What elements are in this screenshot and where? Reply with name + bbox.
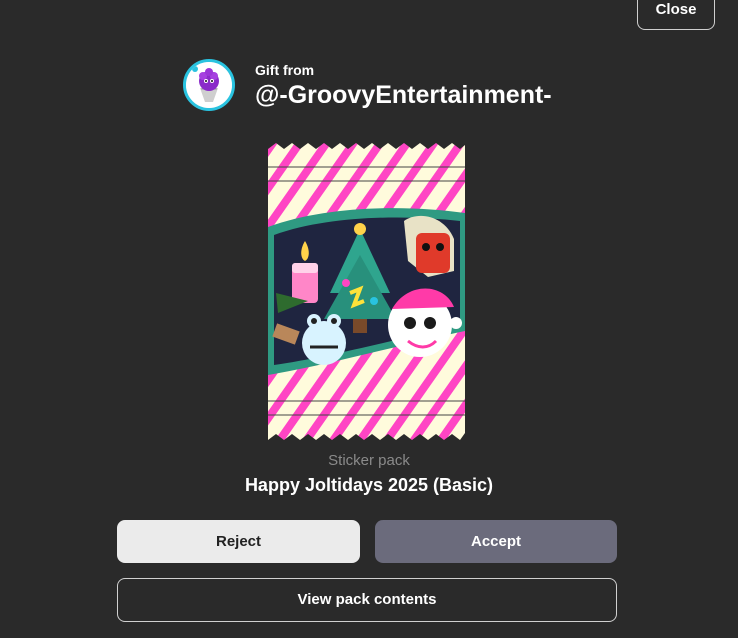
close-button[interactable]: Close bbox=[637, 0, 715, 30]
gift-dialog: Close Gift from @-GroovyEntertainment- S… bbox=[0, 0, 738, 638]
sticker-pack-image bbox=[268, 143, 465, 440]
reject-button[interactable]: Reject bbox=[117, 520, 360, 563]
gift-from-label: Gift from bbox=[255, 61, 315, 78]
pack-name: Happy Joltidays 2025 (Basic) bbox=[244, 475, 494, 495]
avatar bbox=[183, 59, 235, 111]
gift-text: Gift from @-GroovyEntertainment- bbox=[255, 61, 552, 110]
pack-type-label: Sticker pack bbox=[328, 452, 410, 469]
gift-header: Gift from @-GroovyEntertainment- bbox=[183, 59, 552, 111]
view-pack-contents-button[interactable]: View pack contents bbox=[117, 578, 617, 622]
accept-button[interactable]: Accept bbox=[375, 520, 617, 563]
snow-cone-avatar-icon bbox=[186, 62, 232, 108]
gift-sender-username: @-GroovyEntertainment- bbox=[255, 80, 552, 109]
christmas-sticker-pack-illustration bbox=[268, 143, 465, 440]
